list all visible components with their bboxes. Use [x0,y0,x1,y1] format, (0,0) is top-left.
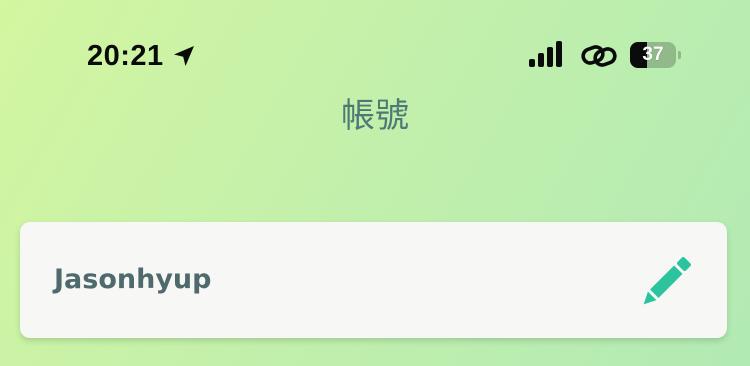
account-username: Jasonhyup [54,264,212,295]
page-title: 帳號 [341,96,409,136]
account-card: Jasonhyup [20,222,727,338]
battery-body: 37 [630,42,676,68]
cellular-signal-icon [529,41,562,67]
personal-hotspot-link-icon [581,45,617,67]
battery-icon: 37 [630,42,682,68]
battery-nub [678,51,681,59]
pencil-icon [643,257,691,305]
status-time: 20:21 [87,40,164,72]
edit-username-button[interactable] [636,250,698,312]
location-arrow-icon [174,46,194,66]
battery-level: 37 [642,44,664,65]
